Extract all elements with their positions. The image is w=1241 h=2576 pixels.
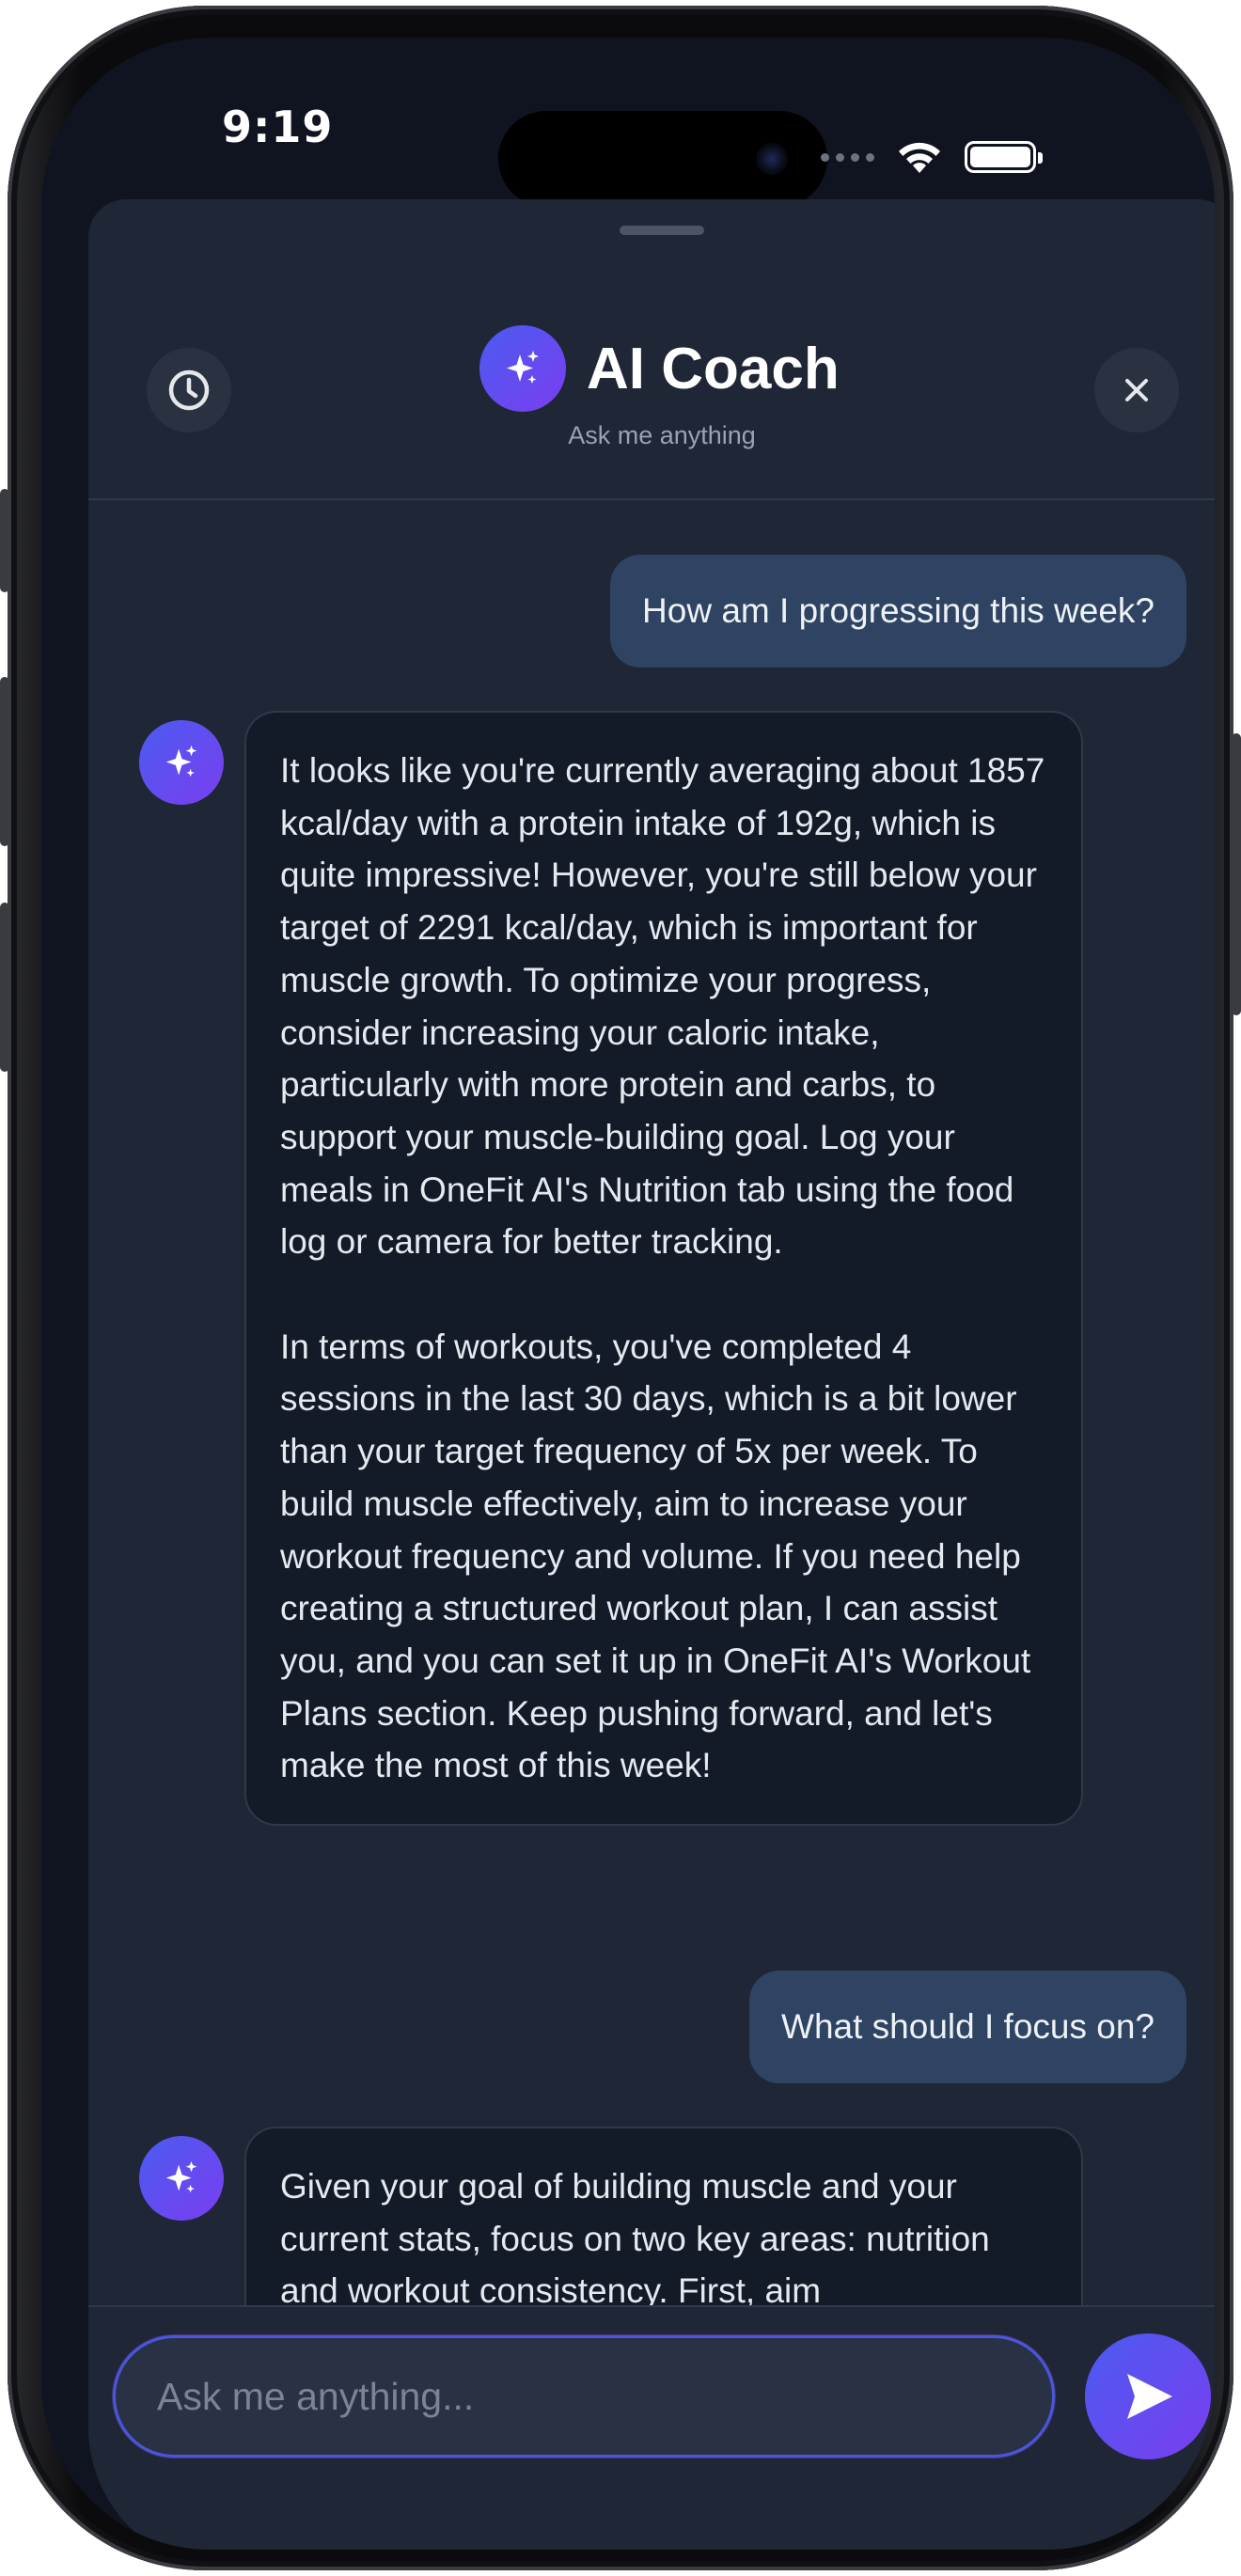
assistant-paragraph: In terms of workouts, you've completed 4…	[280, 1327, 1031, 1785]
sheet-header: AI Coach Ask me anything	[88, 199, 1215, 500]
assistant-paragraph: It looks like you're currently averaging…	[280, 751, 1045, 1262]
assistant-avatar	[139, 2136, 224, 2221]
send-icon	[1127, 2374, 1172, 2419]
close-icon	[1125, 379, 1148, 401]
close-button[interactable]	[1094, 348, 1179, 432]
sparkles-icon	[165, 2160, 197, 2193]
phone-screen: 9:19 AI Coach Ask me anything How am I p…	[41, 38, 1215, 2550]
page-title: AI Coach	[587, 336, 840, 401]
chat-thread[interactable]: How am I progressing this week? It looks…	[88, 500, 1215, 2305]
wifi-icon	[899, 142, 940, 173]
header-title-group: AI Coach	[479, 325, 840, 412]
assistant-message: It looks like you're currently averaging…	[244, 711, 1083, 1827]
phone-frame: 9:19 AI Coach Ask me anything How am I p…	[8, 6, 1233, 2570]
dynamic-island	[498, 111, 827, 207]
status-time: 9:19	[222, 102, 334, 152]
assistant-paragraph: Given your goal of building muscle and y…	[280, 2167, 990, 2305]
page-subtitle: Ask me anything	[568, 421, 756, 449]
message-composer: Ask me anything...	[88, 2305, 1215, 2550]
sparkles-icon	[507, 351, 539, 384]
battery-icon	[965, 141, 1043, 173]
status-icons	[821, 139, 1043, 175]
message-input[interactable]: Ask me anything...	[113, 2335, 1055, 2458]
ai-coach-logo	[479, 325, 566, 412]
user-message: What should I focus on?	[749, 1971, 1186, 2083]
cellular-signal-icon	[821, 152, 874, 162]
assistant-avatar	[139, 720, 224, 805]
history-clock-icon	[168, 369, 210, 411]
assistant-message: Given your goal of building muscle and y…	[244, 2127, 1083, 2305]
history-button[interactable]	[147, 348, 231, 432]
send-button[interactable]	[1085, 2333, 1211, 2459]
ai-coach-sheet: AI Coach Ask me anything How am I progre…	[88, 199, 1215, 2550]
user-message: How am I progressing this week?	[610, 555, 1186, 668]
sparkles-icon	[165, 745, 197, 778]
camera-icon	[756, 143, 788, 175]
